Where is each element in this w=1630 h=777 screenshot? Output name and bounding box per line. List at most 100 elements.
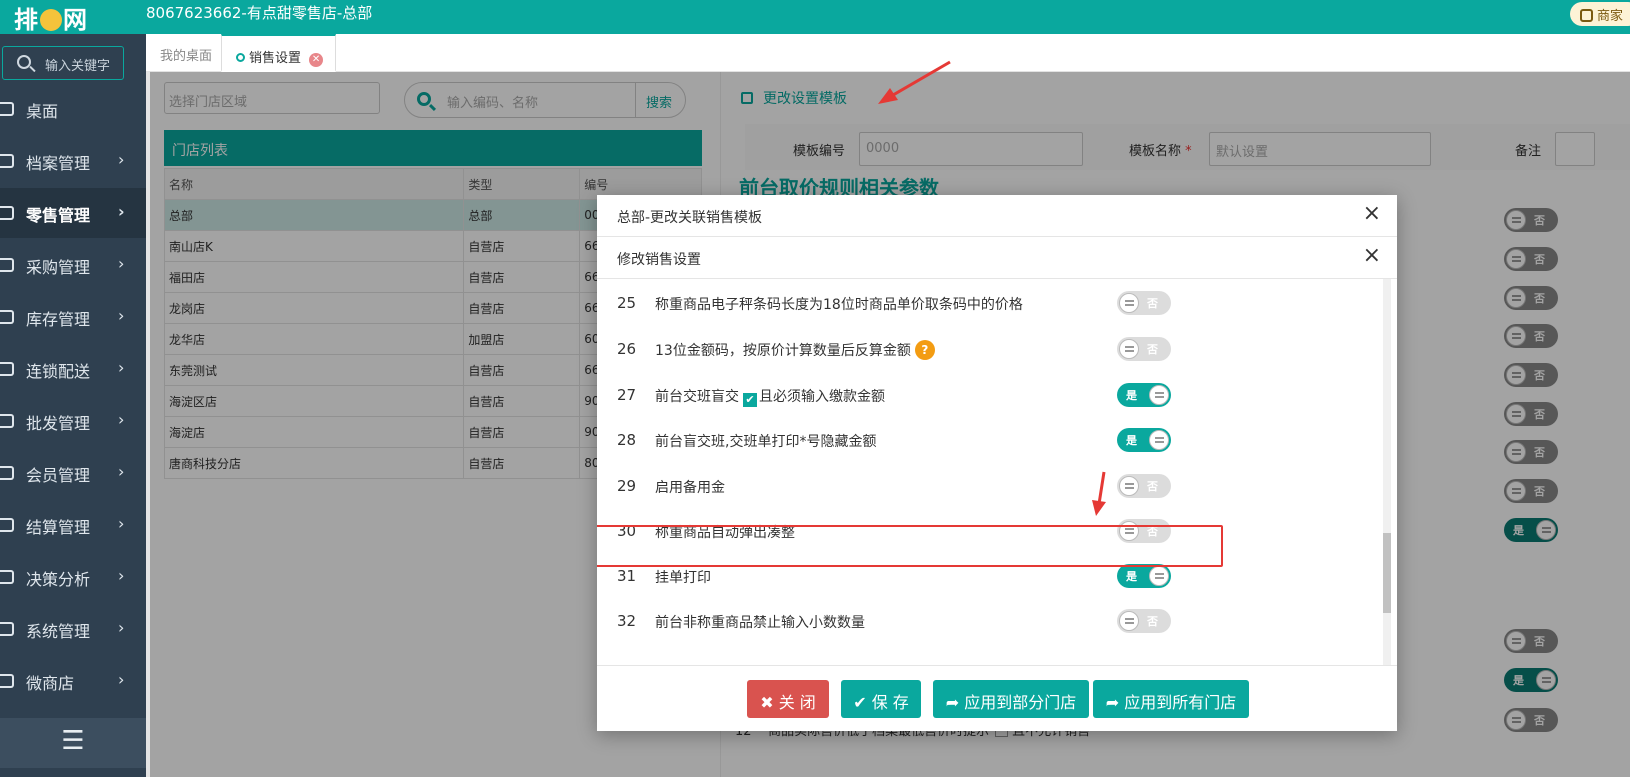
help-icon[interactable]: ? (914, 340, 935, 360)
sidebar-item-label: 批发管理 (26, 414, 91, 433)
setting-label: 挂单打印 (655, 567, 711, 587)
sidebar-item[interactable]: 批发管理 › (0, 396, 146, 446)
setting-number: 29 (617, 477, 637, 495)
chevron-right-icon: › (118, 254, 125, 273)
toggle-knob-icon (1119, 611, 1139, 631)
menu-icon (0, 414, 14, 428)
toggle-switch[interactable]: 否 (1117, 474, 1171, 498)
sidebar-item[interactable]: 档案管理 › (0, 136, 146, 186)
setting-text: 启用备用金 (655, 480, 725, 496)
app-logo[interactable]: 排网 (14, 0, 88, 35)
checkbox-checked-icon[interactable]: ✔ (743, 393, 757, 407)
chevron-right-icon: › (118, 306, 125, 325)
sidebar-item[interactable]: 微商店 › (0, 656, 146, 706)
setting-number: 28 (617, 431, 637, 449)
sidebar-item-label: 系统管理 (26, 622, 91, 641)
toggle-switch[interactable]: 否 (1117, 291, 1171, 315)
close-icon[interactable]: × (1363, 245, 1381, 267)
chevron-right-icon: › (118, 202, 125, 221)
merchant-label: 商家 (1597, 9, 1624, 24)
toggle-knob-icon (1119, 293, 1139, 313)
setting-text: 前台交班盲交 (655, 389, 739, 405)
chevron-right-icon: › (118, 670, 125, 689)
setting-label: 13位金额码，按原价计算数量后反算金额? (655, 340, 935, 360)
setting-number: 32 (617, 612, 637, 630)
toggle-label: 否 (1147, 480, 1158, 493)
sidebar-search-placeholder: 输入关键字 (45, 59, 111, 74)
merchant-badge[interactable]: 商家 (1570, 2, 1630, 26)
toggle-switch[interactable]: 是 (1117, 428, 1171, 452)
menu-icon (0, 206, 14, 220)
setting-label: 前台非称重商品禁止输入小数数量 (655, 612, 865, 632)
setting-row: 27 前台交班盲交 ✔ 且必须输入缴款金额 是 (597, 373, 1387, 417)
menu-icon (0, 362, 14, 376)
shop-icon (1580, 9, 1593, 22)
setting-row: 26 13位金额码，按原价计算数量后反算金额? 否 (597, 327, 1387, 371)
sidebar-item-label: 桌面 (26, 102, 59, 121)
sidebar-item[interactable]: 零售管理 › (0, 188, 146, 238)
apply-all-label: 应用到所有门店 (1124, 693, 1237, 712)
setting-label: 称重商品电子秤条码长度为18位时商品单价取条码中的价格 (655, 294, 1023, 314)
setting-text: 称重商品电子秤条码长度为18位时商品单价取条码中的价格 (655, 297, 1023, 313)
setting-row: 29 启用备用金 否 (597, 464, 1387, 508)
menu-icon (0, 310, 14, 324)
save-button-label: 保 存 (871, 693, 909, 712)
toggle-label: 否 (1147, 297, 1158, 310)
close-button[interactable]: ✖ 关 闭 (747, 680, 829, 718)
toggle-switch[interactable]: 否 (1117, 337, 1171, 361)
toggle-knob-icon (1149, 566, 1169, 586)
toggle-label: 是 (1126, 434, 1137, 447)
menu-icon (0, 102, 14, 116)
company-title: 8067623662-有点甜零售店-总部 (146, 4, 373, 22)
top-bar: 排网 8067623662-有点甜零售店-总部 商家 (0, 0, 1630, 34)
logo-mark-icon (40, 8, 62, 31)
setting-number: 26 (617, 340, 637, 358)
sidebar-item-label: 库存管理 (26, 310, 91, 329)
menu-collapse-icon[interactable]: ☰ (0, 718, 146, 768)
close-button-label: 关 闭 (778, 693, 816, 712)
sidebar-item[interactable]: 结算管理 › (0, 500, 146, 550)
setting-text: 挂单打印 (655, 570, 711, 586)
setting-number: 31 (617, 567, 637, 585)
sidebar-item-label: 档案管理 (26, 154, 91, 173)
tab-label: 销售设置 (249, 51, 302, 66)
sidebar-item-label: 结算管理 (26, 518, 91, 537)
sidebar-item[interactable]: 系统管理 › (0, 604, 146, 654)
chevron-right-icon: › (118, 566, 125, 585)
setting-text-suffix: 且必须输入缴款金额 (759, 389, 885, 405)
toggle-knob-icon (1119, 339, 1139, 359)
sidebar-item[interactable]: 会员管理 › (0, 448, 146, 498)
chevron-right-icon: › (118, 150, 125, 169)
toggle-switch[interactable]: 否 (1117, 609, 1171, 633)
scrollbar-thumb[interactable] (1383, 533, 1391, 613)
sidebar-item[interactable]: 库存管理 › (0, 292, 146, 342)
sidebar-item[interactable]: 采购管理 › (0, 240, 146, 290)
sidebar-item[interactable]: 连锁配送 › (0, 344, 146, 394)
annotation-arrow (878, 60, 951, 104)
apply-some-stores-button[interactable]: ➦ 应用到部分门店 (933, 680, 1089, 718)
sidebar-item-label: 微商店 (26, 674, 75, 693)
menu-icon (0, 258, 14, 272)
setting-text: 13位金额码，按原价计算数量后反算金额 (655, 343, 911, 359)
apply-all-stores-button[interactable]: ➦ 应用到所有门店 (1093, 680, 1249, 718)
chevron-right-icon: › (118, 358, 125, 377)
tab-my-desktop[interactable]: 我的桌面 (146, 34, 224, 72)
tab-close-icon[interactable]: ✕ (309, 53, 324, 67)
toggle-switch[interactable]: 是 (1117, 383, 1171, 407)
modal-footer: ✖ 关 闭 ✔ 保 存 ➦ 应用到部分门店 ➦ 应用到所有门店 (597, 665, 1397, 731)
sidebar-item[interactable]: 决策分析 › (0, 552, 146, 602)
save-button[interactable]: ✔ 保 存 (841, 680, 921, 718)
close-icon[interactable]: × (1363, 203, 1381, 225)
setting-row: 28 前台盲交班,交班单打印*号隐藏金额 是 (597, 418, 1387, 462)
sidebar-search-input[interactable]: 输入关键字 (2, 46, 124, 80)
chevron-right-icon: › (118, 514, 125, 533)
toggle-knob-icon (1149, 430, 1169, 450)
sidebar-item[interactable]: 桌面 (0, 84, 146, 134)
scrollbar[interactable] (1383, 279, 1391, 665)
menu-icon (0, 674, 14, 688)
setting-row: 25 称重商品电子秤条码长度为18位时商品单价取条码中的价格 否 (597, 281, 1387, 325)
toggle-switch[interactable]: 是 (1117, 564, 1171, 588)
search-icon (17, 55, 31, 69)
tab-sales-settings[interactable]: 销售设置 ✕ (221, 34, 337, 72)
highlight-box (597, 525, 1223, 567)
